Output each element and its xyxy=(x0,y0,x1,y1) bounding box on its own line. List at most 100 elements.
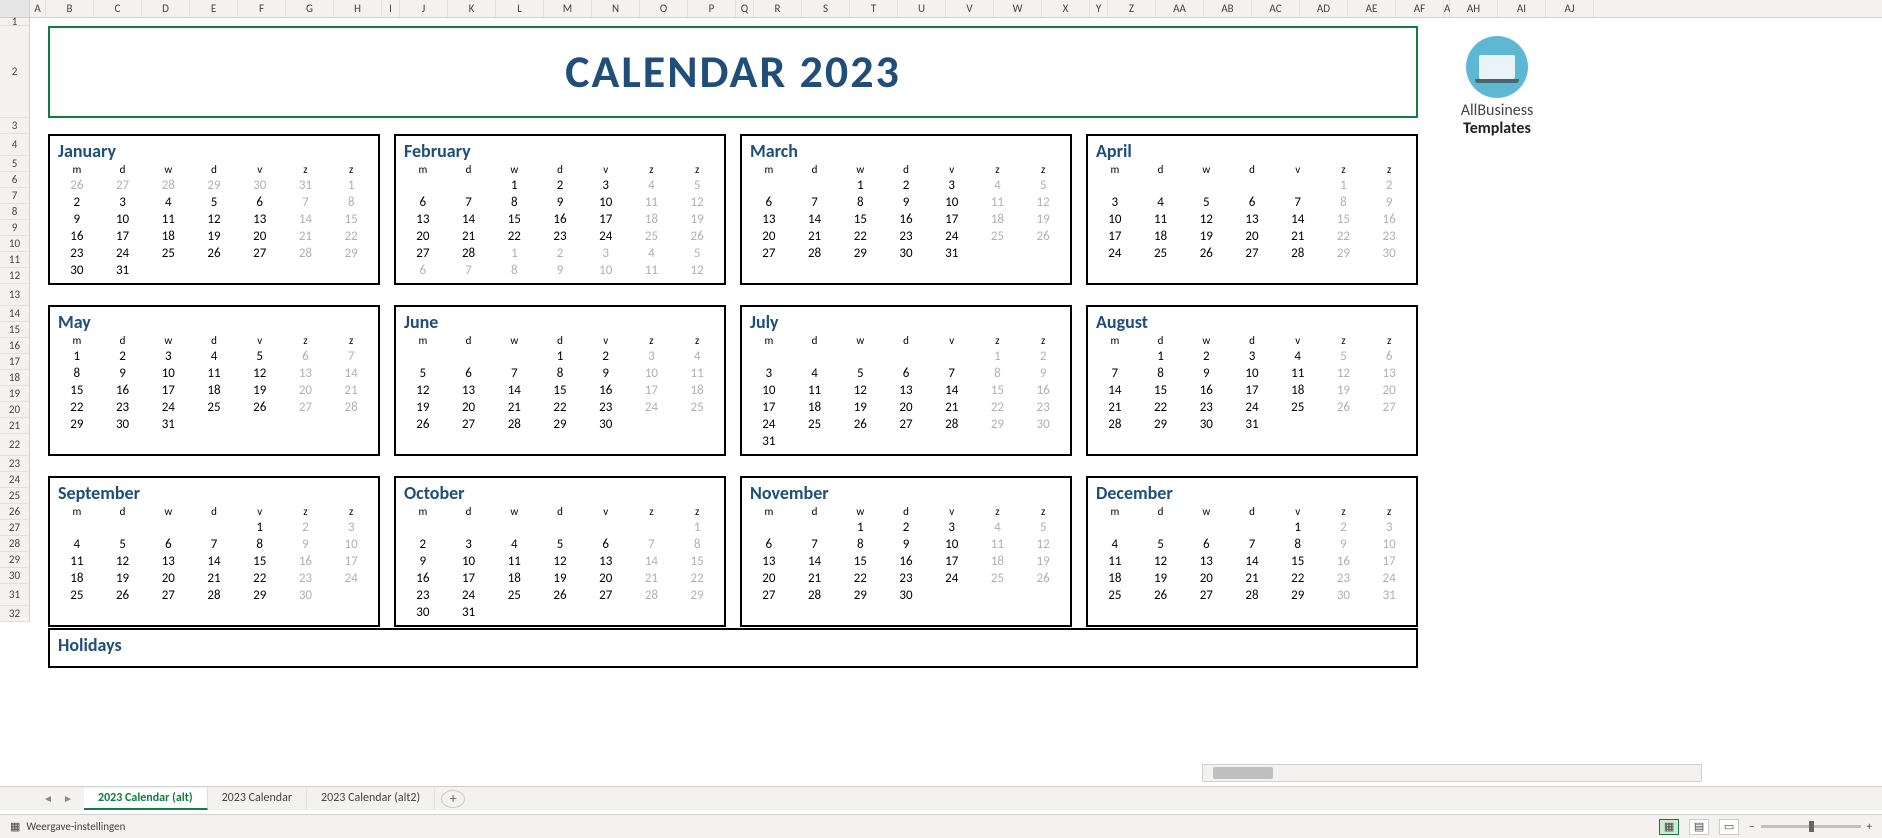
day-cell[interactable] xyxy=(328,262,374,279)
day-cell[interactable]: 19 xyxy=(191,228,237,245)
day-cell[interactable]: 21 xyxy=(792,228,838,245)
row-header-23[interactable]: 23 xyxy=(0,456,29,472)
day-cell[interactable]: 14 xyxy=(1275,211,1321,228)
day-cell[interactable]: 29 xyxy=(837,245,883,262)
day-cell[interactable]: 2 xyxy=(1020,348,1066,365)
day-cell[interactable]: 28 xyxy=(792,245,838,262)
day-cell[interactable]: 31 xyxy=(145,416,191,433)
day-cell[interactable]: 24 xyxy=(929,228,975,245)
day-cell[interactable]: 15 xyxy=(1138,382,1184,399)
day-cell[interactable]: 6 xyxy=(145,536,191,553)
day-cell[interactable]: 3 xyxy=(746,365,792,382)
day-cell[interactable] xyxy=(1229,177,1275,194)
day-cell[interactable] xyxy=(491,519,537,536)
day-cell[interactable]: 23 xyxy=(1321,570,1367,587)
day-cell[interactable]: 5 xyxy=(537,536,583,553)
month-april[interactable]: Aprilmdwdvzz1234567891011121314151617181… xyxy=(1086,134,1418,285)
day-cell[interactable] xyxy=(929,587,975,604)
day-cell[interactable]: 17 xyxy=(929,553,975,570)
day-cell[interactable]: 31 xyxy=(1229,416,1275,433)
display-settings-icon[interactable]: ▦ xyxy=(10,820,20,833)
day-cell[interactable]: 6 xyxy=(746,194,792,211)
day-cell[interactable]: 14 xyxy=(491,382,537,399)
row-header-20[interactable]: 20 xyxy=(0,402,29,418)
month-june[interactable]: Junemdwdvzz12345678910111213141516171819… xyxy=(394,305,726,456)
day-cell[interactable]: 21 xyxy=(446,228,492,245)
day-cell[interactable]: 11 xyxy=(1138,211,1184,228)
day-cell[interactable]: 30 xyxy=(100,416,146,433)
day-cell[interactable]: 19 xyxy=(1321,382,1367,399)
day-cell[interactable]: 18 xyxy=(145,228,191,245)
day-cell[interactable] xyxy=(792,177,838,194)
day-cell[interactable]: 14 xyxy=(328,365,374,382)
day-cell[interactable]: 7 xyxy=(446,194,492,211)
day-cell[interactable]: 13 xyxy=(883,382,929,399)
horizontal-scrollbar[interactable] xyxy=(1202,764,1702,782)
day-cell[interactable]: 19 xyxy=(1138,570,1184,587)
row-header-19[interactable]: 19 xyxy=(0,386,29,402)
day-cell[interactable]: 29 xyxy=(537,416,583,433)
day-cell[interactable]: 24 xyxy=(1229,399,1275,416)
day-cell[interactable]: 30 xyxy=(54,262,100,279)
day-cell[interactable]: 11 xyxy=(975,194,1021,211)
day-cell[interactable]: 5 xyxy=(191,194,237,211)
day-cell[interactable]: 9 xyxy=(54,211,100,228)
row-header-2[interactable]: 2 xyxy=(0,26,29,118)
day-cell[interactable]: 9 xyxy=(583,365,629,382)
day-cell[interactable]: 1 xyxy=(491,245,537,262)
day-cell[interactable]: 18 xyxy=(1092,570,1138,587)
day-cell[interactable]: 23 xyxy=(537,228,583,245)
day-cell[interactable]: 27 xyxy=(1229,245,1275,262)
day-cell[interactable]: 1 xyxy=(975,348,1021,365)
day-cell[interactable]: 30 xyxy=(1321,587,1367,604)
day-cell[interactable]: 21 xyxy=(929,399,975,416)
row-header-16[interactable]: 16 xyxy=(0,338,29,354)
day-cell[interactable]: 9 xyxy=(1366,194,1412,211)
day-cell[interactable]: 28 xyxy=(328,399,374,416)
day-cell[interactable]: 1 xyxy=(1275,519,1321,536)
day-cell[interactable]: 26 xyxy=(1020,228,1066,245)
column-header-B[interactable]: B xyxy=(46,0,94,17)
day-cell[interactable]: 12 xyxy=(837,382,883,399)
column-header-U[interactable]: U xyxy=(898,0,946,17)
day-cell[interactable]: 16 xyxy=(537,211,583,228)
day-cell[interactable] xyxy=(491,348,537,365)
day-cell[interactable]: 2 xyxy=(100,348,146,365)
day-cell[interactable]: 13 xyxy=(583,553,629,570)
row-header-6[interactable]: 6 xyxy=(0,172,29,188)
day-cell[interactable]: 12 xyxy=(100,553,146,570)
column-header-Z[interactable]: Z xyxy=(1108,0,1156,17)
day-cell[interactable]: 26 xyxy=(1183,245,1229,262)
day-cell[interactable]: 27 xyxy=(400,245,446,262)
day-cell[interactable]: 22 xyxy=(1138,399,1184,416)
day-cell[interactable]: 30 xyxy=(1366,245,1412,262)
day-cell[interactable]: 24 xyxy=(100,245,146,262)
day-cell[interactable]: 30 xyxy=(1183,416,1229,433)
day-cell[interactable] xyxy=(1020,433,1066,450)
day-cell[interactable]: 22 xyxy=(54,399,100,416)
day-cell[interactable]: 1 xyxy=(1321,177,1367,194)
day-cell[interactable]: 6 xyxy=(1183,536,1229,553)
day-cell[interactable]: 13 xyxy=(1229,211,1275,228)
day-cell[interactable]: 23 xyxy=(583,399,629,416)
day-cell[interactable]: 20 xyxy=(1366,382,1412,399)
day-cell[interactable]: 3 xyxy=(929,177,975,194)
day-cell[interactable]: 7 xyxy=(629,536,675,553)
column-header-AA[interactable]: AA xyxy=(1156,0,1204,17)
day-cell[interactable]: 17 xyxy=(929,211,975,228)
day-cell[interactable]: 26 xyxy=(1138,587,1184,604)
day-cell[interactable]: 30 xyxy=(583,416,629,433)
month-august[interactable]: Augustmdwdvzz123456789101112131415161718… xyxy=(1086,305,1418,456)
day-cell[interactable] xyxy=(1183,519,1229,536)
day-cell[interactable]: 1 xyxy=(54,348,100,365)
day-cell[interactable]: 25 xyxy=(54,587,100,604)
day-cell[interactable]: 2 xyxy=(400,536,446,553)
day-cell[interactable]: 25 xyxy=(975,228,1021,245)
day-cell[interactable]: 15 xyxy=(1275,553,1321,570)
day-cell[interactable]: 12 xyxy=(191,211,237,228)
day-cell[interactable]: 17 xyxy=(446,570,492,587)
column-header-AB[interactable]: AB xyxy=(1204,0,1252,17)
column-header-AI[interactable]: AI xyxy=(1498,0,1546,17)
day-cell[interactable]: 16 xyxy=(583,382,629,399)
day-cell[interactable] xyxy=(629,604,675,621)
